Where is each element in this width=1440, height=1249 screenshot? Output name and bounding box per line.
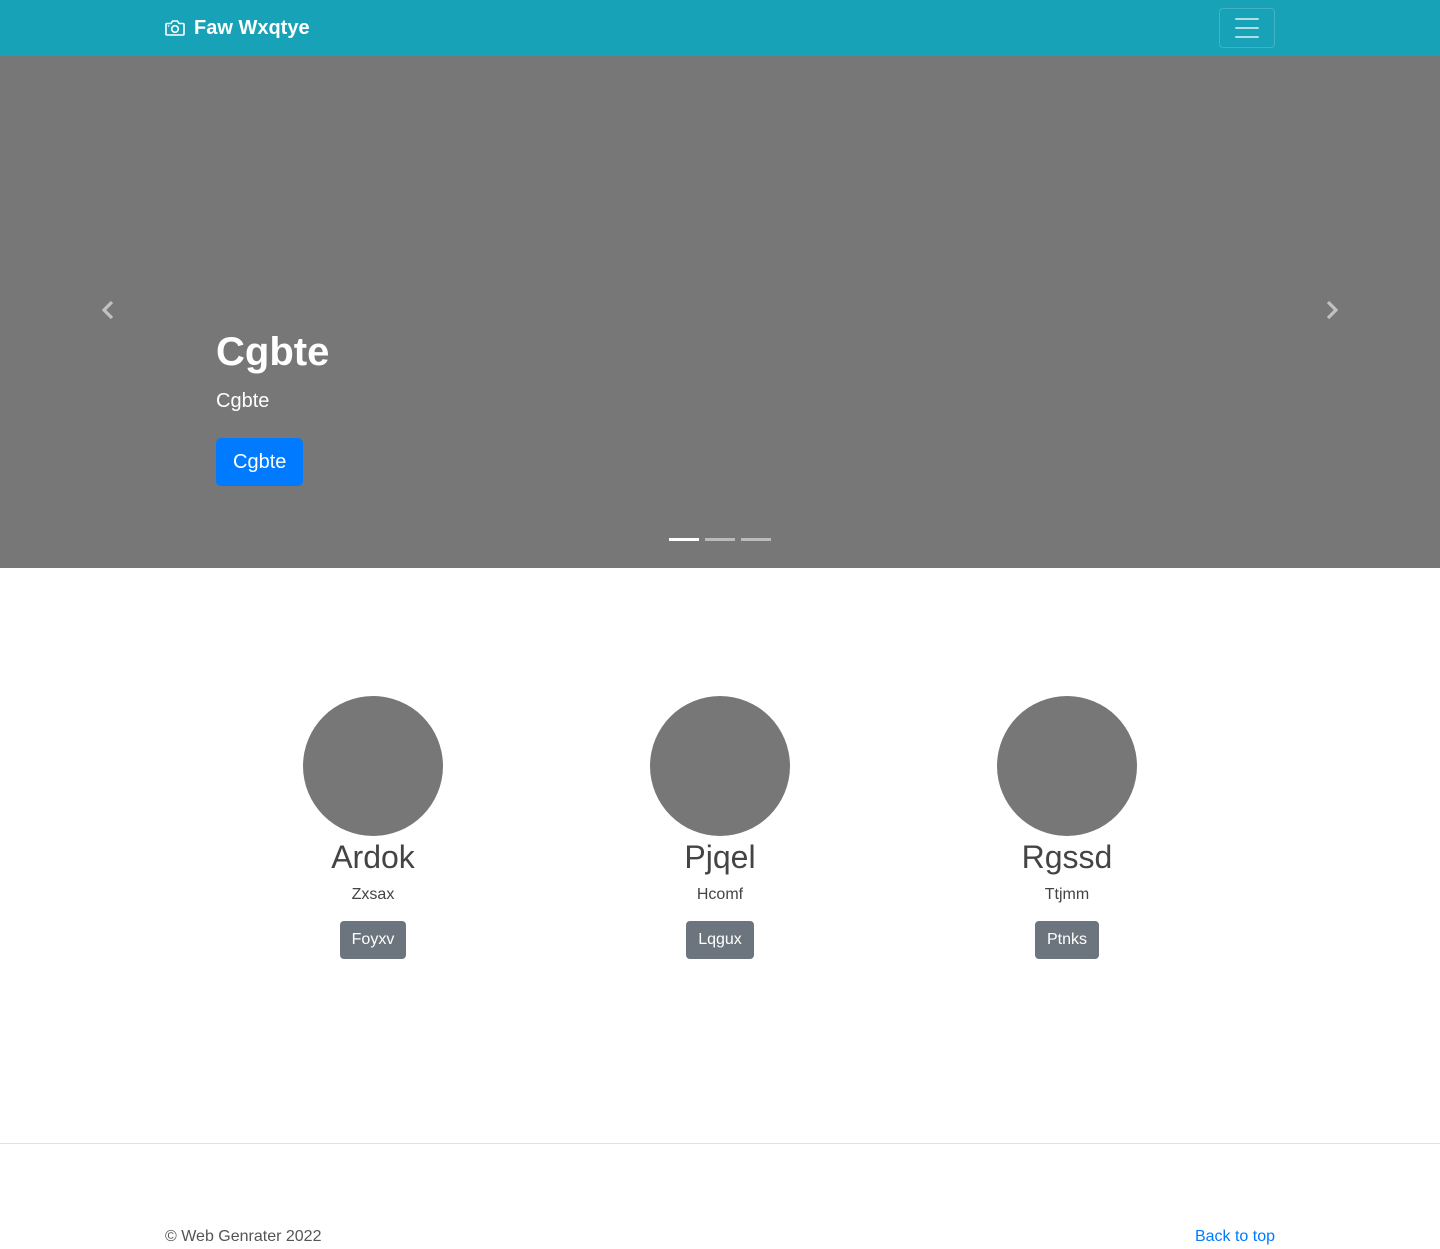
hamburger-menu-icon — [1235, 18, 1259, 20]
feature-button[interactable]: Foyxv — [339, 921, 407, 959]
carousel-prev-button[interactable] — [0, 56, 216, 568]
back-to-top-link[interactable]: Back to top — [1195, 1228, 1275, 1246]
feature-image-placeholder — [303, 696, 443, 836]
carousel-indicators — [669, 538, 771, 541]
feature-text: Hcomf — [696, 886, 744, 903]
feature-column: Pjqel Hcomf Lqgux — [600, 696, 840, 959]
feature-column: Rgssd Ttjmm Ptnks — [947, 696, 1187, 959]
feature-title: Ardok — [331, 839, 415, 875]
footer-copyright: © Web Genrater 2022 — [165, 1228, 322, 1245]
navbar-toggler-button[interactable] — [1219, 8, 1275, 48]
feature-text: Zxsax — [351, 886, 395, 903]
feature-title: Rgssd — [1021, 839, 1113, 875]
carousel-cta-button[interactable]: Cgbte — [216, 438, 304, 486]
carousel-heading: Cgbte — [216, 330, 330, 374]
carousel-indicator-2[interactable] — [705, 538, 735, 541]
carousel-next-button[interactable] — [1224, 56, 1440, 568]
hero-carousel: Cgbte Cgbte Cgbte — [0, 56, 1440, 568]
feature-image-placeholder — [997, 696, 1137, 836]
navbar: Faw Wxqtye — [0, 0, 1440, 56]
feature-text: Ttjmm — [1044, 886, 1090, 903]
feature-title: Pjqel — [684, 839, 756, 875]
feature-button[interactable]: Lqgux — [686, 921, 754, 959]
carousel-indicator-3[interactable] — [741, 538, 771, 541]
feature-column: Ardok Zxsax Foyxv — [253, 696, 493, 959]
camera-icon — [165, 19, 185, 37]
brand-name: Faw Wxqtye — [194, 16, 310, 39]
chevron-right-icon — [1324, 300, 1340, 325]
carousel-caption: Cgbte Cgbte Cgbte — [216, 328, 329, 486]
footer-divider — [0, 1143, 1440, 1144]
feature-image-placeholder — [650, 696, 790, 836]
brand-link[interactable]: Faw Wxqtye — [165, 0, 310, 56]
feature-button[interactable]: Ptnks — [1034, 921, 1099, 959]
carousel-text: Cgbte — [216, 390, 270, 412]
carousel-indicator-1[interactable] — [669, 538, 699, 541]
chevron-left-icon — [100, 300, 116, 325]
